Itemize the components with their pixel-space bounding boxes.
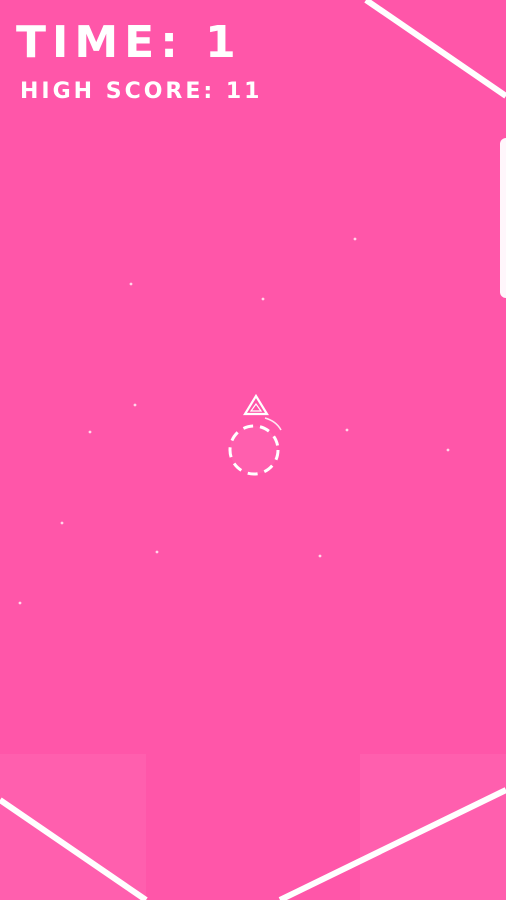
star: [129, 282, 133, 286]
star: [88, 430, 92, 434]
star: [261, 297, 265, 301]
dashed-circle-icon: [228, 424, 280, 476]
boundary-wall-top-right: [364, 0, 506, 99]
star: [60, 521, 64, 525]
star: [155, 550, 159, 554]
star: [18, 601, 22, 605]
time-counter: TIME: 1: [16, 17, 242, 68]
star: [133, 403, 137, 407]
star-field: [18, 237, 450, 605]
star: [446, 448, 450, 452]
star: [318, 554, 322, 558]
star: [345, 428, 349, 432]
touch-zone-right[interactable]: [360, 754, 506, 900]
star: [353, 237, 357, 241]
high-score-counter: HIGH SCORE: 11: [20, 79, 263, 104]
touch-zone-left[interactable]: [0, 754, 146, 900]
side-pull-tab[interactable]: [500, 138, 506, 298]
